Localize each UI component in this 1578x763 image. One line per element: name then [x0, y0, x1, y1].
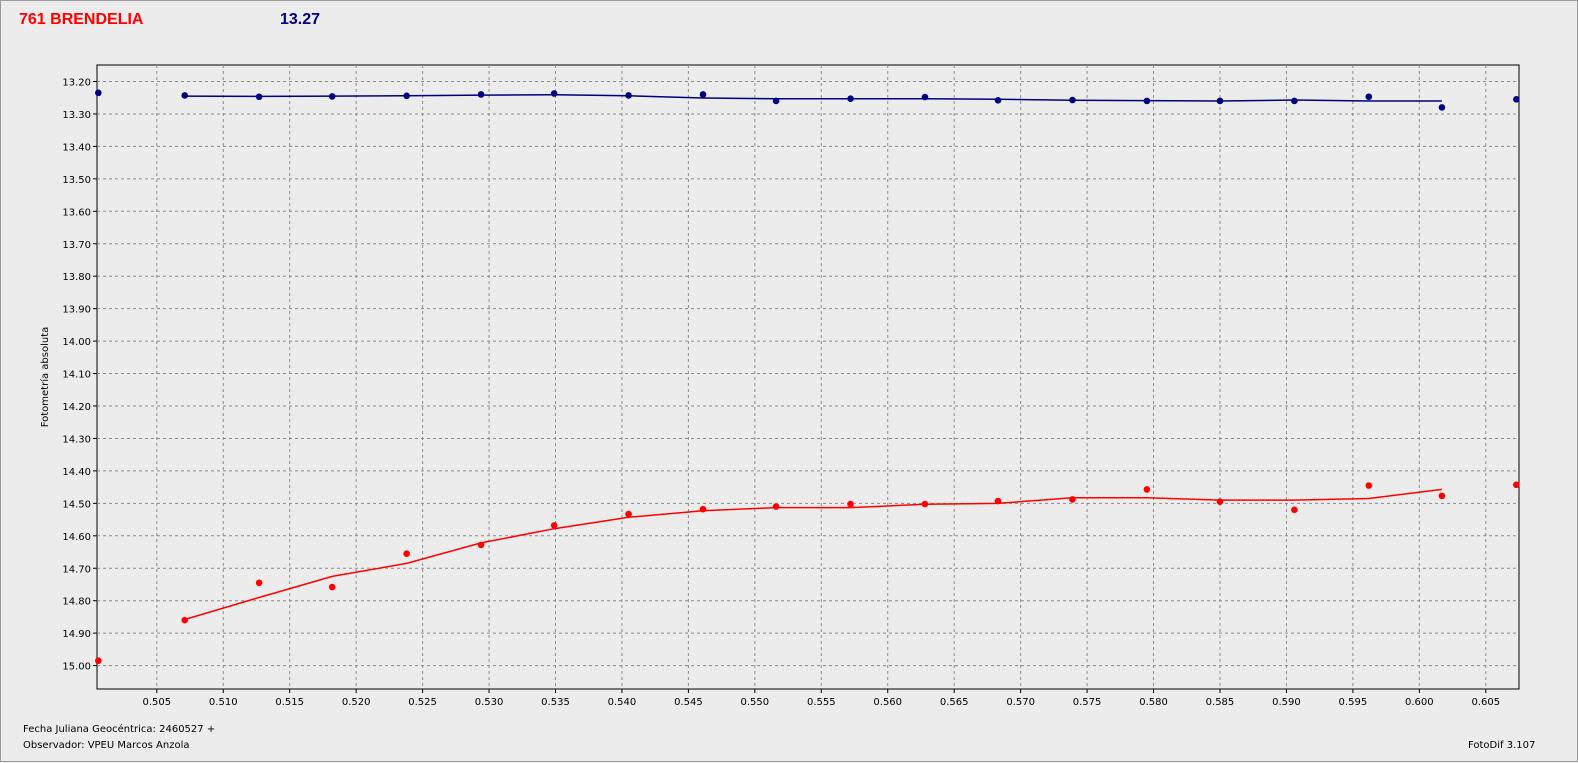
x-tick-label: 0.575 [1073, 697, 1102, 708]
y-tick-label: 13.50 [62, 175, 91, 186]
series-2-point [1365, 482, 1373, 489]
series-1-point [1438, 104, 1446, 111]
x-tick-label: 0.565 [940, 697, 969, 708]
series-1-point [477, 91, 485, 98]
x-tick-label: 0.570 [1006, 697, 1035, 708]
y-tick-label: 14.30 [62, 434, 91, 445]
series-1-point [994, 97, 1002, 104]
x-tick-label: 0.595 [1339, 697, 1368, 708]
julian-date-label: Fecha Juliana Geocéntrica: 2460527 + [23, 724, 216, 735]
series-1-point [699, 91, 707, 98]
series-1-point [550, 90, 558, 97]
series-1-point [625, 92, 632, 99]
series-2-point [403, 550, 410, 557]
series-2-point [1069, 496, 1076, 503]
x-tick-label: 0.520 [342, 697, 371, 708]
series-1-point [921, 93, 929, 101]
x-tick-label: 0.525 [408, 697, 437, 708]
series-2-point [847, 500, 854, 508]
y-tick-label: 14.50 [62, 499, 91, 510]
series-1-point [328, 93, 336, 100]
x-tick-label: 0.590 [1272, 697, 1301, 708]
series-1-point [255, 93, 263, 101]
series-2-point [625, 510, 632, 518]
plot-area [96, 64, 1520, 690]
series-2-point [328, 583, 336, 591]
y-tick-label: 13.60 [62, 207, 91, 218]
photometry-chart: 13.20 13.30 13.40 13.50 13.60 13.70 13.80 13.90… [39, 64, 1520, 708]
series-2-point [1438, 492, 1446, 500]
observer-label: Observador: VPEU Marcos Anzola [23, 740, 190, 751]
series-1-point [1143, 97, 1151, 105]
series-1-point [95, 89, 102, 97]
y-tick-label: 13.30 [62, 110, 91, 121]
y-tick-label: 14.80 [62, 597, 91, 608]
x-tick-label: 0.540 [608, 697, 637, 708]
x-tick-label: 0.535 [541, 697, 570, 708]
series-1-point [1365, 93, 1373, 101]
y-tick-label: 13.20 [62, 78, 91, 89]
series-2-point [477, 541, 485, 549]
series-1-point [772, 97, 780, 105]
series-2-point [1291, 506, 1298, 514]
series-2-point [550, 522, 558, 529]
series-2-point [255, 579, 263, 587]
y-tick-label: 14.60 [62, 532, 91, 543]
series-2-point [921, 500, 929, 508]
x-tick-label: 0.585 [1206, 697, 1235, 708]
x-tick-label: 0.505 [142, 697, 171, 708]
series-1-point [1216, 97, 1224, 105]
y-tick-label: 14.70 [62, 564, 91, 575]
series-2-point [772, 503, 780, 510]
y-axis-label: Fotometría absoluta [39, 327, 51, 428]
y-tick-label: 14.90 [62, 629, 91, 640]
y-tick-label: 14.10 [62, 370, 91, 381]
chart-window: 761 BRENDELIA 13.27 13.20 13.30 13.40 13.50… [0, 0, 1578, 762]
x-tick-label: 0.600 [1405, 697, 1434, 708]
series-1-point [847, 95, 854, 102]
y-tick-label: 13.40 [62, 142, 91, 153]
series-2-point [1143, 486, 1151, 493]
series-1-point [181, 92, 189, 99]
x-tick-label: 0.530 [475, 697, 504, 708]
y-tick-label: 13.70 [62, 240, 91, 251]
series-1-point [1291, 97, 1298, 105]
x-tick-label: 0.580 [1139, 697, 1168, 708]
y-tick-label: 14.20 [62, 402, 91, 413]
x-tick-label: 0.555 [807, 697, 836, 708]
y-tick-label: 14.40 [62, 467, 91, 478]
y-tick-label: 14.00 [62, 337, 91, 348]
series-1-point [403, 92, 410, 100]
series-2-point [1216, 498, 1224, 506]
y-tick-label: 13.80 [62, 272, 91, 283]
series-2-point [699, 505, 707, 513]
series-2-point [994, 497, 1002, 505]
software-version: FotoDif 3.107 [1468, 740, 1536, 751]
x-tick-label: 0.545 [674, 697, 703, 708]
y-tick-label: 15.00 [62, 662, 91, 673]
series-2-point [181, 616, 189, 624]
x-tick-label: 0.550 [741, 697, 770, 708]
series-1-point [1513, 96, 1520, 103]
series-2-point [1513, 481, 1520, 489]
series-2-point [95, 657, 102, 665]
x-tick-label: 0.510 [209, 697, 238, 708]
series-1-point [1069, 96, 1076, 104]
y-tick-label: 13.90 [62, 305, 91, 316]
x-tick-label: 0.515 [275, 697, 304, 708]
y-axis: 13.20 13.30 13.40 13.50 13.60 13.70 13.80 13.90… [62, 78, 97, 673]
x-tick-label: 0.560 [873, 697, 902, 708]
x-tick-label: 0.605 [1471, 697, 1500, 708]
x-axis: 0.505 0.510 0.515 0.520 0.525 0.530 0.535 0.540… [142, 689, 1500, 708]
